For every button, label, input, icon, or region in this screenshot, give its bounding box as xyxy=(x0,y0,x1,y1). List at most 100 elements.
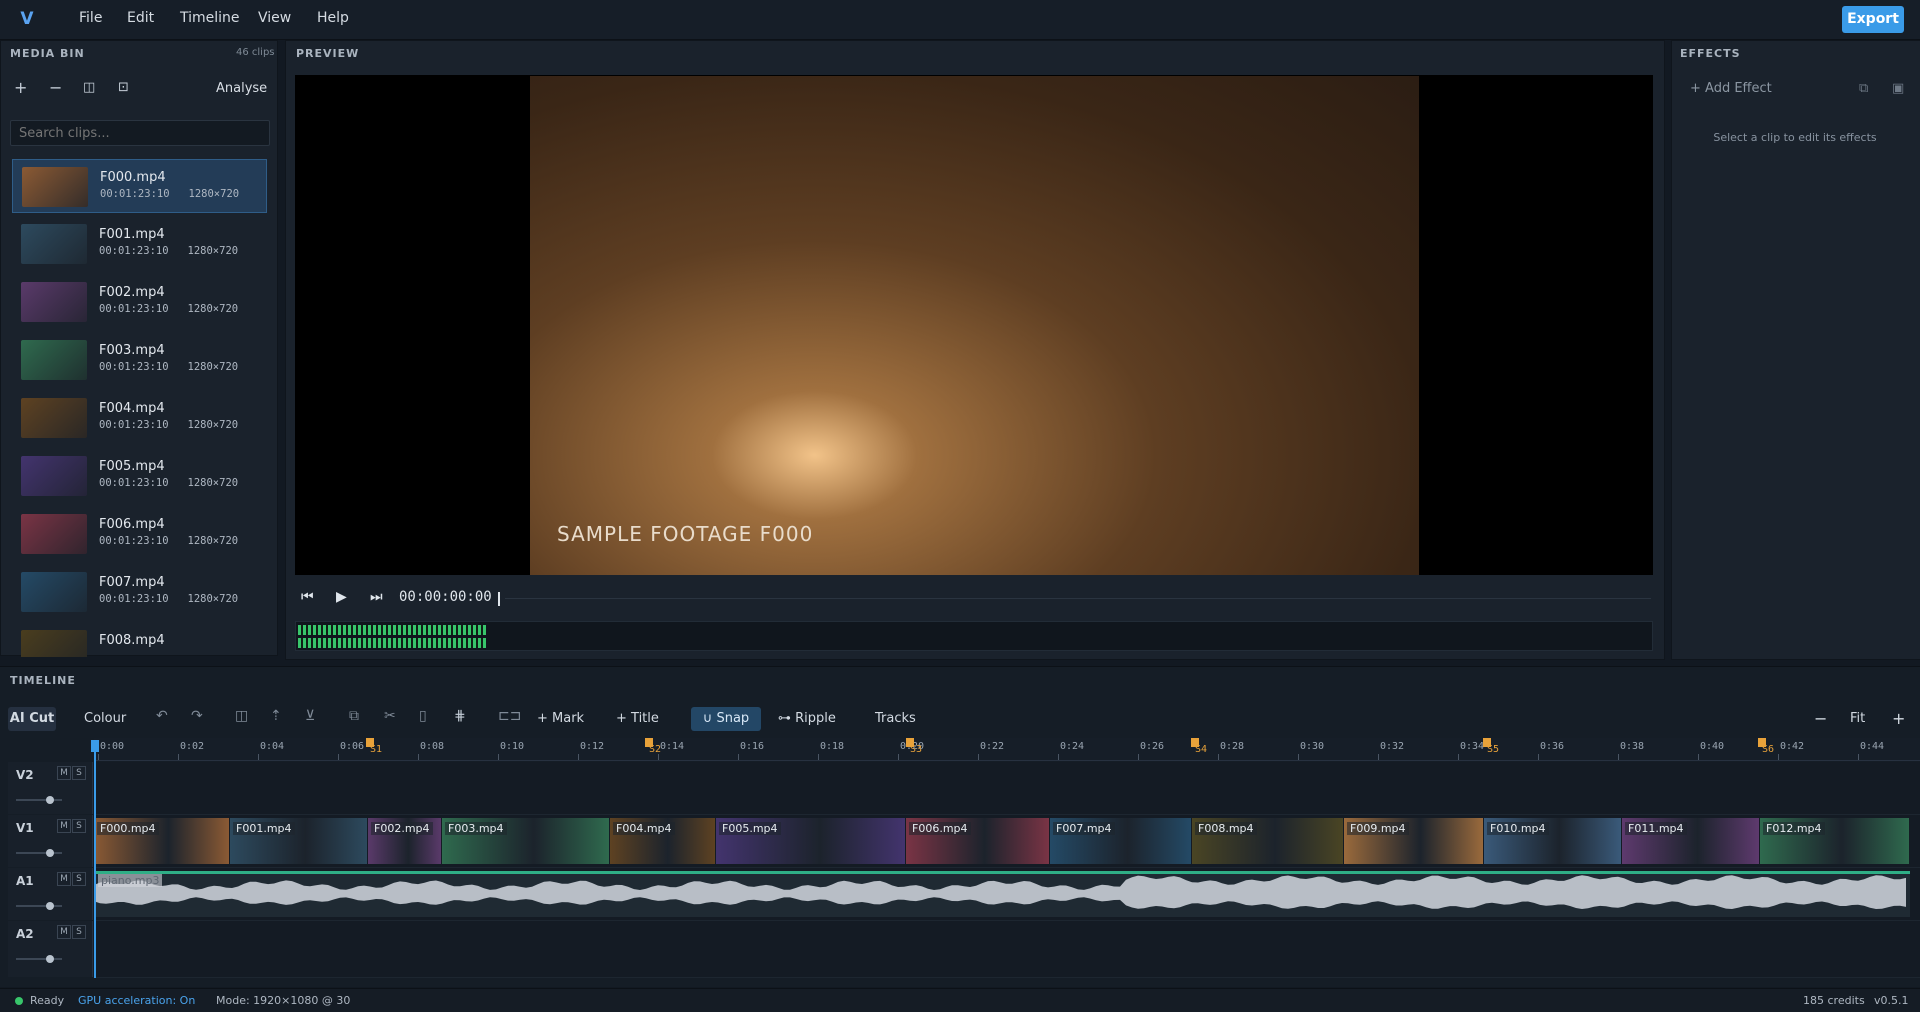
group-icon[interactable]: ⊏⊐ xyxy=(498,708,521,724)
paste-icon[interactable]: ▣ xyxy=(1892,81,1904,96)
clip-meta xyxy=(99,651,118,657)
clip-item[interactable]: F006.mp4 00:01:23:10 1280×720 xyxy=(12,507,267,561)
gpu-status[interactable]: GPU acceleration: On xyxy=(78,994,195,1007)
mark-button[interactable]: + Mark xyxy=(537,707,584,731)
timeline-clip[interactable]: F011.mp4 xyxy=(1622,818,1759,864)
marker-label: S5 xyxy=(1487,744,1500,755)
ruler-tick-label: 0:30 xyxy=(1300,741,1325,752)
clip-resolution: 1280×720 xyxy=(187,419,239,431)
export-button[interactable]: Export xyxy=(1842,6,1904,33)
volume-knob[interactable] xyxy=(46,902,54,910)
timeline-clip[interactable]: F010.mp4 xyxy=(1484,818,1621,864)
colour-button[interactable]: Colour xyxy=(84,707,126,731)
timeline-clip[interactable]: F006.mp4 xyxy=(906,818,1049,864)
snap-button[interactable]: ∪ Snap xyxy=(691,707,761,731)
volume-knob[interactable] xyxy=(46,955,54,963)
timeline-clip[interactable]: F003.mp4 xyxy=(442,818,609,864)
split-icon[interactable]: ◫ xyxy=(83,80,95,95)
skip-forward-icon[interactable]: ⏭ xyxy=(370,589,383,605)
clip-item[interactable]: F007.mp4 00:01:23:10 1280×720 xyxy=(12,565,267,619)
copy-icon[interactable]: ⧉ xyxy=(1859,81,1868,96)
scrub-track[interactable] xyxy=(505,598,1651,599)
tracks-button[interactable]: Tracks xyxy=(875,707,916,731)
ruler-tick xyxy=(1218,754,1219,760)
solo-button[interactable]: S xyxy=(72,925,86,939)
playhead-handle[interactable] xyxy=(91,740,99,752)
playhead[interactable] xyxy=(94,740,96,978)
ai-cut-button[interactable]: AI Cut xyxy=(8,707,56,731)
volume-slider[interactable] xyxy=(16,958,62,960)
skip-back-icon[interactable]: ⏮ xyxy=(301,589,314,605)
timeline-clip[interactable]: F000.mp4 xyxy=(94,818,229,864)
ruler-tick xyxy=(258,754,259,760)
volume-slider[interactable] xyxy=(16,852,62,854)
menu-file[interactable]: File xyxy=(79,10,102,26)
clip-item[interactable]: F004.mp4 00:01:23:10 1280×720 xyxy=(12,391,267,445)
timeline-clip[interactable]: F005.mp4 xyxy=(716,818,905,864)
ripple-button[interactable]: ⊶ Ripple xyxy=(778,707,836,731)
menu-edit[interactable]: Edit xyxy=(127,10,154,26)
add-effect-button[interactable]: + Add Effect xyxy=(1690,81,1772,96)
media-bin-title: MEDIA BIN xyxy=(10,47,85,60)
ruler-tick xyxy=(1058,754,1059,760)
menu-timeline[interactable]: Timeline xyxy=(180,10,240,26)
preview-title: PREVIEW xyxy=(296,47,360,60)
menu-view[interactable]: View xyxy=(258,10,291,26)
delete-icon[interactable]: ▯ xyxy=(419,708,427,724)
link-icon[interactable]: ⊡ xyxy=(118,80,129,95)
split-clip-icon[interactable]: ◫ xyxy=(235,708,248,724)
mute-button[interactable]: M xyxy=(57,872,71,886)
clip-item[interactable]: F005.mp4 00:01:23:10 1280×720 xyxy=(12,449,267,503)
zoom-in-icon[interactable]: + xyxy=(1892,707,1905,731)
extract-icon[interactable]: ⊻ xyxy=(305,708,315,724)
zoom-out-icon[interactable]: − xyxy=(1814,707,1827,731)
scissors-icon[interactable]: ✂ xyxy=(384,708,396,724)
fit-button[interactable]: Fit xyxy=(1850,707,1865,731)
timeline-clip[interactable]: F012.mp4 xyxy=(1760,818,1909,864)
scrub-cursor[interactable] xyxy=(498,592,500,606)
play-icon[interactable]: ▶ xyxy=(336,589,347,605)
timeline-clip[interactable]: F007.mp4 xyxy=(1050,818,1191,864)
mute-button[interactable]: M xyxy=(57,766,71,780)
volume-slider[interactable] xyxy=(16,905,62,907)
timeline-clip[interactable]: F002.mp4 xyxy=(368,818,441,864)
mute-button[interactable]: M xyxy=(57,925,71,939)
title-button[interactable]: + Title xyxy=(616,707,659,731)
volume-knob[interactable] xyxy=(46,849,54,857)
lane-v2[interactable] xyxy=(94,762,1920,815)
timeline-clip[interactable]: F008.mp4 xyxy=(1192,818,1343,864)
analyse-button[interactable]: Analyse xyxy=(216,81,267,96)
timeline-clip[interactable]: F009.mp4 xyxy=(1344,818,1483,864)
volume-slider[interactable] xyxy=(16,799,62,801)
search-clips-input[interactable] xyxy=(10,120,270,146)
timeline-clip[interactable]: F004.mp4 xyxy=(610,818,715,864)
lane-a2[interactable] xyxy=(94,921,1920,978)
solo-button[interactable]: S xyxy=(72,872,86,886)
mute-button[interactable]: M xyxy=(57,819,71,833)
duplicate-icon[interactable]: ⧉ xyxy=(349,708,359,724)
timeline-clip[interactable]: F001.mp4 xyxy=(230,818,367,864)
clip-item[interactable]: F001.mp4 00:01:23:10 1280×720 xyxy=(12,217,267,271)
video-overlay-text: SAMPLE FOOTAGE F000 xyxy=(557,522,814,546)
volume-knob[interactable] xyxy=(46,796,54,804)
solo-button[interactable]: S xyxy=(72,819,86,833)
menu-help[interactable]: Help xyxy=(317,10,349,26)
timeline-clip-label: F005.mp4 xyxy=(719,822,781,835)
timeline-ruler[interactable]: 0:00 0:02 0:04 0:06 0:08 0:10 0:12 0:14 0:16 0:18… xyxy=(94,738,1920,761)
ruler-tick xyxy=(1458,754,1459,760)
clip-item[interactable]: F002.mp4 00:01:23:10 1280×720 xyxy=(12,275,267,329)
ruler-tick-label: 0:42 xyxy=(1780,741,1805,752)
remove-clip-icon[interactable]: − xyxy=(49,78,62,97)
lift-icon[interactable]: ⇡ xyxy=(270,708,282,724)
solo-button[interactable]: S xyxy=(72,766,86,780)
align-icon[interactable]: ⋕ xyxy=(454,708,466,724)
lane-a1[interactable]: piano.mp3 xyxy=(94,868,1920,921)
ruler-tick xyxy=(1538,754,1539,760)
add-clip-icon[interactable]: + xyxy=(14,78,27,97)
redo-icon[interactable]: ↷ xyxy=(191,708,203,724)
clip-item[interactable]: F003.mp4 00:01:23:10 1280×720 xyxy=(12,333,267,387)
undo-icon[interactable]: ↶ xyxy=(156,708,168,724)
clip-item[interactable]: F000.mp4 00:01:23:10 1280×720 xyxy=(12,159,267,213)
lane-v1[interactable]: F000.mp4 F001.mp4 F002.mp4 F003.mp4 F004.mp4… xyxy=(94,815,1920,868)
clip-item[interactable]: F008.mp4 xyxy=(12,623,267,657)
